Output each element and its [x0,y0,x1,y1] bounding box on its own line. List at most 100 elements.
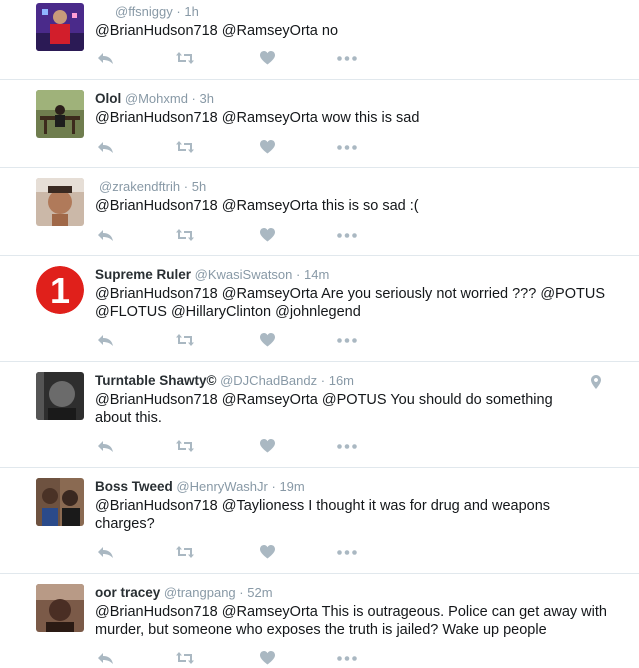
avatar[interactable] [36,3,84,51]
retweet-button[interactable] [173,436,197,456]
like-button[interactable] [255,225,279,245]
avatar[interactable] [36,478,84,526]
tweet-text: @BrianHudson718 @RamseyOrta This is outr… [95,604,607,638]
author-name[interactable]: Turntable Shawty© [95,373,216,388]
retweet-icon [176,52,194,64]
heart-icon [259,333,275,347]
tweet-text: @BrianHudson718 @RamseyOrta Are you seri… [95,286,605,320]
reply-button[interactable] [93,48,117,68]
tweet-actions [93,48,357,68]
tweet-item[interactable]: @ffsniggy · 1h @BrianHudson718 @RamseyOr… [0,0,639,80]
author-handle[interactable]: @DJChadBandz [220,373,317,388]
more-dots-icon [337,337,357,343]
heart-icon [259,651,275,665]
retweet-icon [176,141,194,153]
reply-button[interactable] [93,137,117,157]
timestamp[interactable]: 52m [247,585,272,600]
tweet-header: Olol @Mohxmd · 3h [95,90,629,107]
retweet-button[interactable] [173,330,197,350]
reply-button[interactable] [93,648,117,668]
reply-button[interactable] [93,225,117,245]
location-pin-icon[interactable] [591,375,601,389]
reply-button[interactable] [93,542,117,562]
heart-icon [259,545,275,559]
reply-icon [97,652,113,664]
more-button[interactable] [335,542,359,562]
like-button[interactable] [255,648,279,668]
tweet-item[interactable]: @zrakendftrih · 5h @BrianHudson718 @Rams… [0,168,639,256]
timestamp[interactable]: 19m [279,479,304,494]
retweet-icon [176,334,194,346]
reply-icon [97,229,113,241]
tweet-header: Supreme Ruler @KwasiSwatson · 14m [95,266,629,283]
tweet-item[interactable]: oor tracey @trangpang · 52m @BrianHudson… [0,574,639,665]
separator: · [191,91,196,106]
timestamp[interactable]: 16m [329,373,354,388]
more-button[interactable] [335,436,359,456]
retweet-icon [176,229,194,241]
retweet-button[interactable] [173,225,197,245]
like-button[interactable] [255,137,279,157]
more-dots-icon [337,55,357,61]
reply-icon [97,440,113,452]
tweet-text: @BrianHudson718 @RamseyOrta wow this is … [95,110,420,126]
reply-icon [97,52,113,64]
retweet-button[interactable] [173,137,197,157]
retweet-button[interactable] [173,542,197,562]
more-button[interactable] [335,225,359,245]
like-button[interactable] [255,436,279,456]
avatar[interactable] [36,584,84,632]
tweet-item[interactable]: Turntable Shawty© @DJChadBandz · 16m @Br… [0,362,639,468]
reply-button[interactable] [93,436,117,456]
author-handle[interactable]: @KwasiSwatson [195,267,293,282]
avatar[interactable] [36,372,84,420]
tweet-header: @ffsniggy · 1h [95,3,629,20]
timestamp[interactable]: 3h [200,91,214,106]
retweet-button[interactable] [173,648,197,668]
reply-button[interactable] [93,330,117,350]
tweet-actions [93,330,357,350]
like-button[interactable] [255,48,279,68]
tweet-item[interactable]: 1 Supreme Ruler @KwasiSwatson · 14m @Bri… [0,256,639,362]
more-dots-icon [337,232,357,238]
tweet-text: @BrianHudson718 @RamseyOrta this is so s… [95,198,419,214]
tweet-actions [93,648,357,668]
reply-icon [97,334,113,346]
avatar[interactable] [36,178,84,226]
heart-icon [259,439,275,453]
author-handle[interactable]: @trangpang [164,585,236,600]
more-button[interactable] [335,330,359,350]
like-button[interactable] [255,330,279,350]
author-name[interactable]: Olol [95,91,121,106]
timestamp[interactable]: 1h [184,4,198,19]
separator: · [271,479,276,494]
avatar[interactable]: 1 [36,266,84,314]
tweet-item[interactable]: Boss Tweed @HenryWashJr · 19m @BrianHuds… [0,468,639,574]
author-handle[interactable]: @Mohxmd [125,91,188,106]
separator: · [239,585,244,600]
more-dots-icon [337,549,357,555]
tweet-feed: @ffsniggy · 1h @BrianHudson718 @RamseyOr… [0,0,639,665]
more-button[interactable] [335,48,359,68]
more-button[interactable] [335,137,359,157]
tweet-header: Boss Tweed @HenryWashJr · 19m [95,478,629,495]
retweet-icon [176,546,194,558]
tweet-item[interactable]: Olol @Mohxmd · 3h @BrianHudson718 @Ramse… [0,80,639,168]
author-name[interactable]: Boss Tweed [95,479,173,494]
retweet-icon [176,652,194,664]
tweet-actions [93,225,357,245]
author-handle[interactable]: @zrakendftrih [99,179,180,194]
author-handle[interactable]: @ffsniggy [115,4,173,19]
tweet-actions [93,436,357,456]
avatar[interactable] [36,90,84,138]
timestamp[interactable]: 5h [192,179,206,194]
separator: · [320,373,326,388]
timestamp[interactable]: 14m [304,267,329,282]
author-name[interactable]: oor tracey [95,585,160,600]
retweet-icon [176,440,194,452]
like-button[interactable] [255,542,279,562]
author-name[interactable]: Supreme Ruler [95,267,191,282]
retweet-button[interactable] [173,48,197,68]
author-handle[interactable]: @HenryWashJr [176,479,267,494]
more-button[interactable] [335,648,359,668]
